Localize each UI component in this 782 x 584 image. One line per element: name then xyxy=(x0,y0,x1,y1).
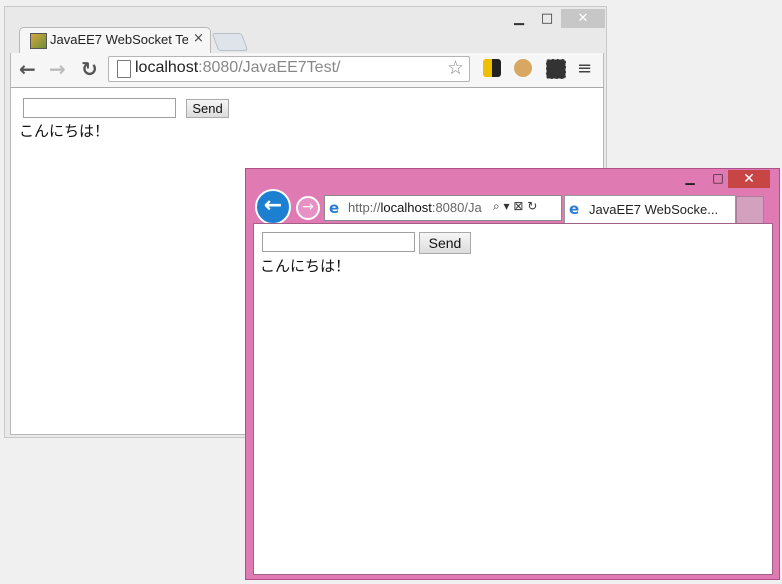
forward-button[interactable]: → xyxy=(296,196,320,220)
message-input[interactable] xyxy=(262,232,415,252)
page-content: Send こんにちは！ xyxy=(253,223,773,575)
close-window-button[interactable]: ✕ xyxy=(728,170,770,188)
address-tools-icon[interactable]: ⌕ ▾ ⊠ ↻ xyxy=(493,199,537,214)
minimize-button[interactable]: ▁ xyxy=(676,171,704,189)
received-message: こんにちは！ xyxy=(260,257,351,275)
back-button[interactable]: ← xyxy=(255,189,291,225)
extension-icon[interactable] xyxy=(483,59,501,77)
ie-logo-icon: e xyxy=(569,200,580,218)
maximize-button[interactable]: □ xyxy=(533,9,561,28)
minimize-button[interactable]: ▁ xyxy=(505,9,533,28)
menu-icon[interactable]: ≡ xyxy=(577,58,592,79)
tab-title: JavaEE7 WebSocket Test xyxy=(50,32,188,47)
new-tab-button[interactable] xyxy=(736,196,764,225)
received-message: こんにちは！ xyxy=(19,122,110,140)
send-button[interactable]: Send xyxy=(186,99,229,118)
ie-window: ▁ □ ✕ ← → e http://localhost:8080/Ja ⌕ ▾… xyxy=(245,168,780,580)
address-bar[interactable]: e http://localhost:8080/Ja ⌕ ▾ ⊠ ↻ xyxy=(324,195,562,221)
close-window-button[interactable]: ✕ xyxy=(561,9,605,28)
favicon-icon xyxy=(30,33,47,49)
address-bar[interactable]: localhost:8080/JavaEE7Test/ ☆ xyxy=(108,56,470,82)
browser-tab[interactable]: JavaEE7 WebSocket Test × xyxy=(19,27,211,54)
new-tab-button[interactable] xyxy=(211,33,249,51)
browser-tab[interactable]: e JavaEE7 WebSocke... xyxy=(564,195,736,224)
evernote-icon[interactable] xyxy=(546,59,566,79)
browser-toolbar: ← → ↻ localhost:8080/JavaEE7Test/ ☆ ≡ xyxy=(10,53,604,87)
forward-icon[interactable]: → xyxy=(49,57,66,81)
url-text: http://localhost:8080/Ja xyxy=(348,200,482,215)
tab-title: JavaEE7 WebSocke... xyxy=(589,202,719,217)
url-text: localhost:8080/JavaEE7Test/ xyxy=(135,59,341,76)
star-icon[interactable]: ☆ xyxy=(447,57,464,79)
send-button[interactable]: Send xyxy=(419,232,471,254)
page-icon xyxy=(117,60,131,78)
tab-close-icon[interactable]: × xyxy=(193,31,204,46)
back-icon[interactable]: ← xyxy=(19,57,36,81)
message-input[interactable] xyxy=(23,98,176,118)
cookie-icon[interactable] xyxy=(514,59,532,77)
reload-icon[interactable]: ↻ xyxy=(81,57,98,81)
ie-logo-icon: e xyxy=(329,199,340,217)
